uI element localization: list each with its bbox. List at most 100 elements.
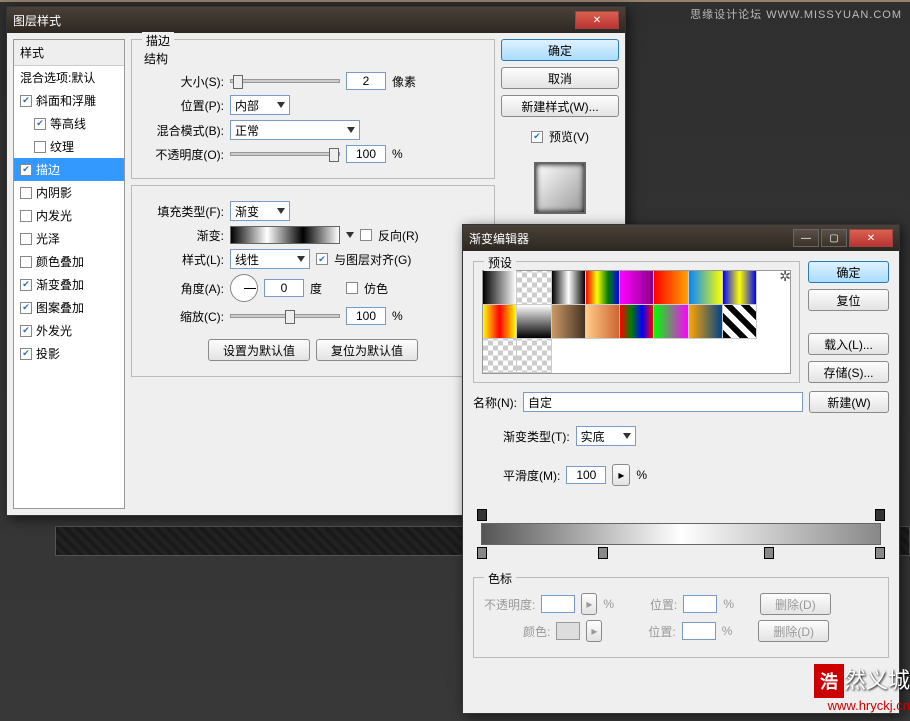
blend-options[interactable]: 混合选项:默认 — [14, 66, 124, 89]
style-combo[interactable]: 线性 — [230, 249, 310, 269]
filltype-label: 填充类型(F): — [144, 203, 224, 220]
stops-group: 色标 不透明度: ▸ % 位置: % 删除(D) 颜色: ▸ 位置: % — [473, 577, 889, 658]
titlebar[interactable]: 渐变编辑器 — ▢ ✕ — [463, 225, 899, 251]
gradient-bar[interactable] — [473, 509, 889, 559]
set-default-button[interactable]: 设置为默认值 — [208, 339, 310, 361]
stroke-title: 描边 — [142, 32, 174, 49]
sidebar-item[interactable]: ✔描边 — [14, 158, 124, 181]
load-button[interactable]: 载入(L)... — [808, 333, 889, 355]
preset-swatch[interactable] — [483, 271, 517, 305]
color-stop[interactable] — [764, 547, 774, 559]
reverse-checkbox[interactable] — [360, 229, 372, 241]
new-button[interactable]: 新建(W) — [809, 391, 889, 413]
checkbox-icon[interactable]: ✔ — [20, 348, 32, 360]
color-stop[interactable] — [875, 547, 885, 559]
sidebar-item[interactable]: 内阴影 — [14, 181, 124, 204]
sidebar-item[interactable]: 内发光 — [14, 204, 124, 227]
sidebar-item[interactable]: 光泽 — [14, 227, 124, 250]
checkbox-icon[interactable]: ✔ — [20, 95, 32, 107]
reverse-label: 反向(R) — [378, 227, 419, 244]
preset-swatch[interactable] — [483, 305, 517, 339]
gear-icon[interactable]: ✲ — [779, 268, 791, 285]
watermark-top: 思缘设计论坛 WWW.MISSYUAN.COM — [690, 6, 902, 22]
ok-button[interactable]: 确定 — [808, 261, 889, 283]
new-style-button[interactable]: 新建样式(W)... — [501, 95, 619, 117]
preset-swatch[interactable] — [654, 305, 688, 339]
filltype-combo[interactable]: 渐变 — [230, 201, 290, 221]
gradient-dropdown-icon[interactable] — [346, 232, 354, 238]
preset-swatch[interactable] — [723, 271, 757, 305]
maximize-button[interactable]: ▢ — [821, 229, 847, 247]
checkbox-icon[interactable] — [20, 256, 32, 268]
preview-checkbox[interactable]: ✔ — [531, 131, 543, 143]
checkbox-icon[interactable] — [20, 210, 32, 222]
checkbox-icon[interactable]: ✔ — [20, 302, 32, 314]
scale-slider[interactable] — [230, 314, 340, 318]
sidebar-item[interactable]: ✔等高线 — [14, 112, 124, 135]
dither-checkbox[interactable] — [346, 282, 358, 294]
preset-swatch[interactable] — [620, 271, 654, 305]
checkbox-icon[interactable]: ✔ — [20, 279, 32, 291]
sidebar-item[interactable]: ✔斜面和浮雕 — [14, 89, 124, 112]
checkbox-icon[interactable] — [20, 187, 32, 199]
angle-input[interactable] — [264, 279, 304, 297]
preset-swatch[interactable] — [723, 305, 757, 339]
preset-swatch[interactable] — [689, 305, 723, 339]
preset-swatch[interactable] — [689, 271, 723, 305]
ok-button[interactable]: 确定 — [501, 39, 619, 61]
close-button[interactable]: ✕ — [849, 229, 893, 247]
preset-swatch[interactable] — [517, 271, 551, 305]
preset-swatch[interactable] — [517, 305, 551, 339]
checkbox-icon[interactable]: ✔ — [20, 325, 32, 337]
sidebar-item[interactable]: 颜色叠加 — [14, 250, 124, 273]
scale-input[interactable] — [346, 307, 386, 325]
titlebar[interactable]: 图层样式 ✕ — [7, 7, 625, 33]
size-input[interactable] — [346, 72, 386, 90]
sidebar-item[interactable]: ✔外发光 — [14, 319, 124, 342]
scale-unit: % — [392, 309, 403, 323]
watermark-bottom: 浩然义城 www.hryckj.cn — [814, 663, 910, 713]
preset-swatch[interactable] — [483, 339, 517, 373]
preset-swatch[interactable] — [586, 271, 620, 305]
smooth-dropdown[interactable]: ▸ — [612, 464, 630, 486]
cancel-button[interactable]: 取消 — [501, 67, 619, 89]
angle-dial[interactable] — [230, 274, 258, 302]
sidebar-item[interactable]: 纹理 — [14, 135, 124, 158]
checkbox-icon[interactable]: ✔ — [34, 118, 46, 130]
align-checkbox[interactable]: ✔ — [316, 253, 328, 265]
position-combo[interactable]: 内部 — [230, 95, 290, 115]
checkbox-icon[interactable]: ✔ — [20, 164, 32, 176]
sidebar-item[interactable]: ✔投影 — [14, 342, 124, 365]
preset-swatch[interactable] — [586, 305, 620, 339]
opacity-input[interactable] — [346, 145, 386, 163]
opacity-stop[interactable] — [477, 509, 487, 521]
checkbox-icon[interactable] — [20, 233, 32, 245]
sidebar-header: 样式 — [14, 40, 124, 66]
close-button[interactable]: ✕ — [575, 11, 619, 29]
preset-swatch[interactable] — [654, 271, 688, 305]
save-button[interactable]: 存储(S)... — [808, 361, 889, 383]
opacity-stop[interactable] — [875, 509, 885, 521]
preset-swatch[interactable] — [517, 339, 551, 373]
smooth-unit: % — [636, 468, 647, 482]
name-label: 名称(N): — [473, 394, 517, 411]
reset-default-button[interactable]: 复位为默认值 — [316, 339, 418, 361]
smooth-input[interactable] — [566, 466, 606, 484]
minimize-button[interactable]: — — [793, 229, 819, 247]
color-stop[interactable] — [598, 547, 608, 559]
preset-swatch[interactable] — [620, 305, 654, 339]
size-slider[interactable] — [230, 79, 340, 83]
sidebar-item[interactable]: ✔图案叠加 — [14, 296, 124, 319]
gradtype-combo[interactable]: 实底 — [576, 426, 636, 446]
preset-swatch[interactable] — [552, 271, 586, 305]
opacity-label: 不透明度(O): — [144, 146, 224, 163]
blend-combo[interactable]: 正常 — [230, 120, 360, 140]
checkbox-icon[interactable] — [34, 141, 46, 153]
sidebar-item[interactable]: ✔渐变叠加 — [14, 273, 124, 296]
name-input[interactable] — [523, 392, 803, 412]
opacity-slider[interactable] — [230, 152, 340, 156]
color-stop[interactable] — [477, 547, 487, 559]
reset-button[interactable]: 复位 — [808, 289, 889, 311]
preset-swatch[interactable] — [552, 305, 586, 339]
gradient-preview[interactable] — [230, 226, 340, 244]
